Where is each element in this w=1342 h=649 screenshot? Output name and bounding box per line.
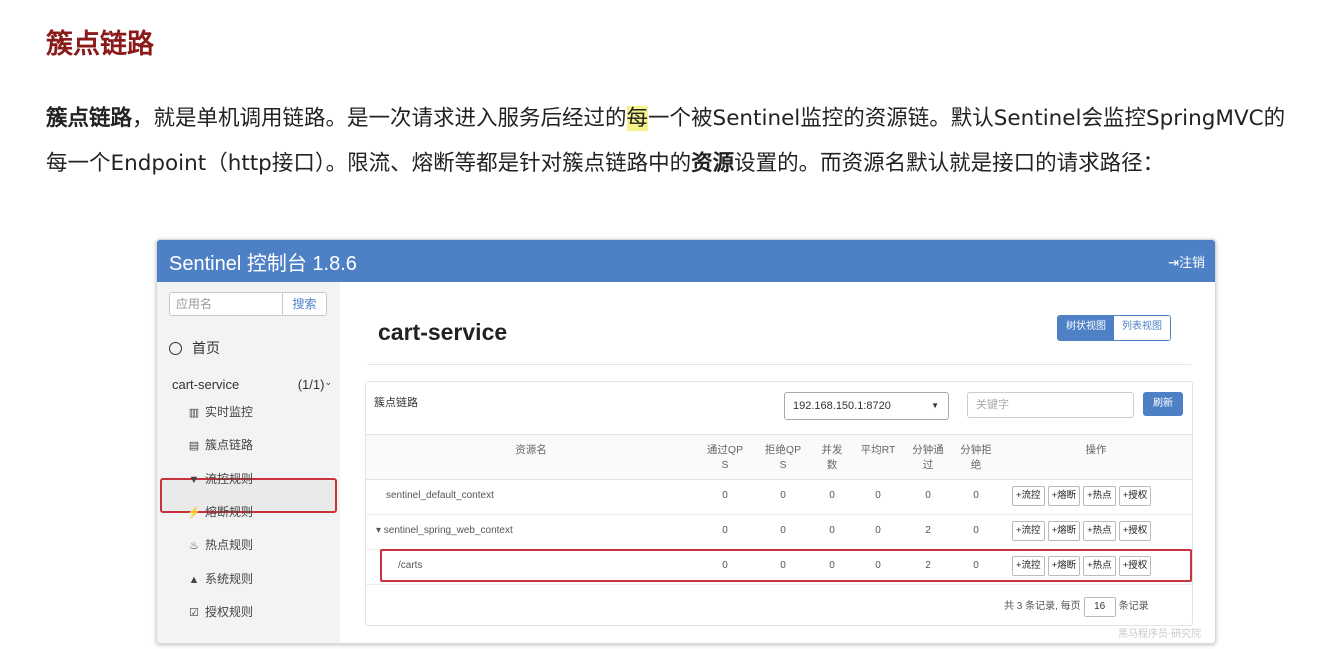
pagination: 共 3 条记录, 每页 16 条记录 — [1004, 597, 1149, 617]
resource-panel: 簇点链路 192.168.150.1:8720 ▼ 关键字 刷新 资源名 通过QP… — [365, 381, 1193, 626]
watermark: 黑马程序员·研究院 — [1118, 629, 1202, 640]
add-hotspot-rule-button[interactable]: +热点 — [1083, 486, 1116, 506]
tree-view-button[interactable]: 树状视图 — [1058, 316, 1114, 340]
chart-icon: ▥ — [188, 407, 200, 419]
sidebar-item-label: 簇点链路 — [205, 438, 254, 452]
resource-bold: 资源 — [691, 151, 735, 176]
sidebar-item-label: 热点规则 — [205, 538, 254, 552]
app-name: cart-service — [172, 377, 240, 392]
brand-title: Sentinel 控制台 1.8.6 — [169, 253, 357, 275]
filter-icon: ▼ — [188, 474, 200, 486]
list-icon: ▤ — [188, 440, 200, 452]
col-ops: 操作 — [1085, 444, 1107, 456]
resource-name: sentinel_default_context — [386, 490, 494, 501]
intro-paragraph: 簇点链路，就是单机调用链路。是一次请求进入服务后经过的每一个被Sentinel监… — [46, 96, 1296, 186]
sidebar-item-label: 授权规则 — [205, 605, 254, 619]
cell-concurrency: 0 — [829, 490, 835, 501]
add-auth-rule-button[interactable]: +授权 — [1118, 486, 1152, 506]
caret-down-icon: ▼ — [931, 401, 939, 410]
pager-suffix: 条记录 — [1118, 601, 1149, 612]
term-bold: 簇点链路 — [46, 106, 133, 131]
col-concurrency: 并发 数 — [821, 444, 843, 471]
sidebar-item-flow-rules[interactable]: ▼ 流控规则 — [187, 470, 253, 487]
highlight-row-box — [380, 549, 1192, 582]
cell-concurrency: 0 — [829, 525, 835, 536]
cell-block-qps: 0 — [780, 525, 786, 536]
col-min-pass: 分钟通 过 — [912, 444, 944, 471]
row-actions: +流控 +熔断 +热点 +授权 — [1012, 486, 1152, 506]
cell-min-pass: 0 — [925, 490, 931, 501]
para-text-3: 设置的。而资源名默认就是接口的请求路径： — [734, 151, 1165, 176]
check-icon: ☑ — [189, 607, 199, 619]
nav-home-label: 首页 — [192, 340, 220, 356]
sidebar-item-cluster-chain[interactable]: ▤ 簇点链路 — [187, 436, 253, 453]
add-degrade-rule-button[interactable]: +熔断 — [1047, 521, 1081, 541]
panel-title: 簇点链路 — [374, 397, 418, 409]
resource-name[interactable]: ▾ sentinel_spring_web_context — [376, 514, 513, 548]
chevron-down-icon: ⌄ — [324, 377, 332, 387]
sidebar-item-label: 熔断规则 — [205, 505, 254, 519]
app-count: (1/1)⌄ — [297, 377, 332, 392]
cell-block-qps: 0 — [780, 490, 786, 501]
clock-icon — [169, 342, 182, 355]
cell-pass-qps: 0 — [722, 490, 728, 501]
sidebar-item-realtime[interactable]: ▥ 实时监控 — [187, 403, 253, 420]
cell-avg-rt: 0 — [875, 490, 881, 501]
sidebar-item-degrade-rules[interactable]: ⚡ 熔断规则 — [187, 503, 253, 520]
page-title: 簇点链路 — [46, 29, 154, 60]
app-cart-service[interactable]: cart-service (1/1)⌄ — [172, 377, 332, 392]
highlighted-char: 每 — [626, 106, 649, 131]
fire-icon: ♨ — [189, 540, 199, 552]
divider — [367, 364, 1191, 365]
app-search-input[interactable]: 应用名 — [169, 292, 283, 316]
app-title: cart-service — [378, 319, 508, 345]
view-toggle: 树状视图 列表视图 — [1057, 315, 1171, 341]
add-flow-rule-button[interactable]: +流控 — [1012, 486, 1045, 506]
bolt-icon: ⚡ — [187, 507, 201, 519]
cell-avg-rt: 0 — [875, 525, 881, 536]
row-actions: +流控 +熔断 +热点 +授权 — [1012, 521, 1152, 541]
cell-pass-qps: 0 — [722, 525, 728, 536]
machine-select[interactable]: 192.168.150.1:8720 ▼ — [784, 392, 949, 420]
logout-button[interactable]: ⇥注销 — [1168, 252, 1205, 271]
page-size-input[interactable]: 16 — [1083, 597, 1116, 617]
cell-min-pass: 2 — [925, 525, 931, 536]
pager-prefix: 共 3 条记录, 每页 — [1004, 601, 1081, 612]
cell-min-block: 0 — [973, 490, 979, 501]
sidebar-item-label: 实时监控 — [205, 405, 254, 419]
logout-label: 注销 — [1178, 256, 1205, 271]
refresh-button[interactable]: 刷新 — [1143, 392, 1183, 416]
nav-home[interactable]: 首页 — [169, 338, 220, 358]
lock-icon: ▲ — [188, 574, 200, 586]
logout-arrow-icon: ⇥ — [1168, 256, 1179, 271]
app-search-button[interactable]: 搜索 — [283, 292, 327, 316]
add-auth-rule-button[interactable]: +授权 — [1118, 521, 1152, 541]
sidebar-item-system-rules[interactable]: ▲ 系统规则 — [187, 570, 253, 587]
sidebar-item-label: 流控规则 — [205, 472, 254, 486]
cell-min-block: 0 — [973, 525, 979, 536]
col-pass-qps: 通过QP S — [706, 444, 744, 471]
sidebar: 应用名 搜索 首页 cart-service (1/1)⌄ ▥ 实时监控 ▤ 簇点链路… — [157, 282, 340, 643]
para-text-1: ，就是单机调用链路。是一次请求进入服务后经过的 — [132, 106, 627, 131]
table-row: ▾ sentinel_spring_web_context 0 0 0 0 2 … — [366, 514, 1192, 550]
table-header: 资源名 通过QP S 拒绝QP S 并发 数 平均RT 分钟通 过 分钟拒 绝 … — [366, 434, 1192, 480]
machine-select-value: 192.168.150.1:8720 — [793, 400, 891, 412]
col-avg-rt: 平均RT — [860, 444, 896, 456]
col-name: 资源名 — [515, 444, 547, 456]
table-row: sentinel_default_context 0 0 0 0 0 0 +流控… — [366, 479, 1192, 515]
top-bar: Sentinel 控制台 1.8.6 ⇥注销 — [157, 240, 1215, 282]
sidebar-item-auth-rules[interactable]: ☑ 授权规则 — [187, 603, 253, 620]
col-min-block: 分钟拒 绝 — [960, 444, 992, 471]
add-degrade-rule-button[interactable]: +熔断 — [1047, 486, 1081, 506]
list-view-button[interactable]: 列表视图 — [1114, 316, 1170, 340]
sentinel-screenshot: Sentinel 控制台 1.8.6 ⇥注销 应用名 搜索 首页 cart-se… — [156, 239, 1216, 644]
add-flow-rule-button[interactable]: +流控 — [1012, 521, 1045, 541]
col-block-qps: 拒绝QP S — [764, 444, 802, 471]
sidebar-item-label: 系统规则 — [205, 572, 254, 586]
keyword-input[interactable]: 关键字 — [967, 392, 1134, 418]
sidebar-item-hotspot-rules[interactable]: ♨ 热点规则 — [187, 536, 253, 553]
add-hotspot-rule-button[interactable]: +热点 — [1083, 521, 1116, 541]
